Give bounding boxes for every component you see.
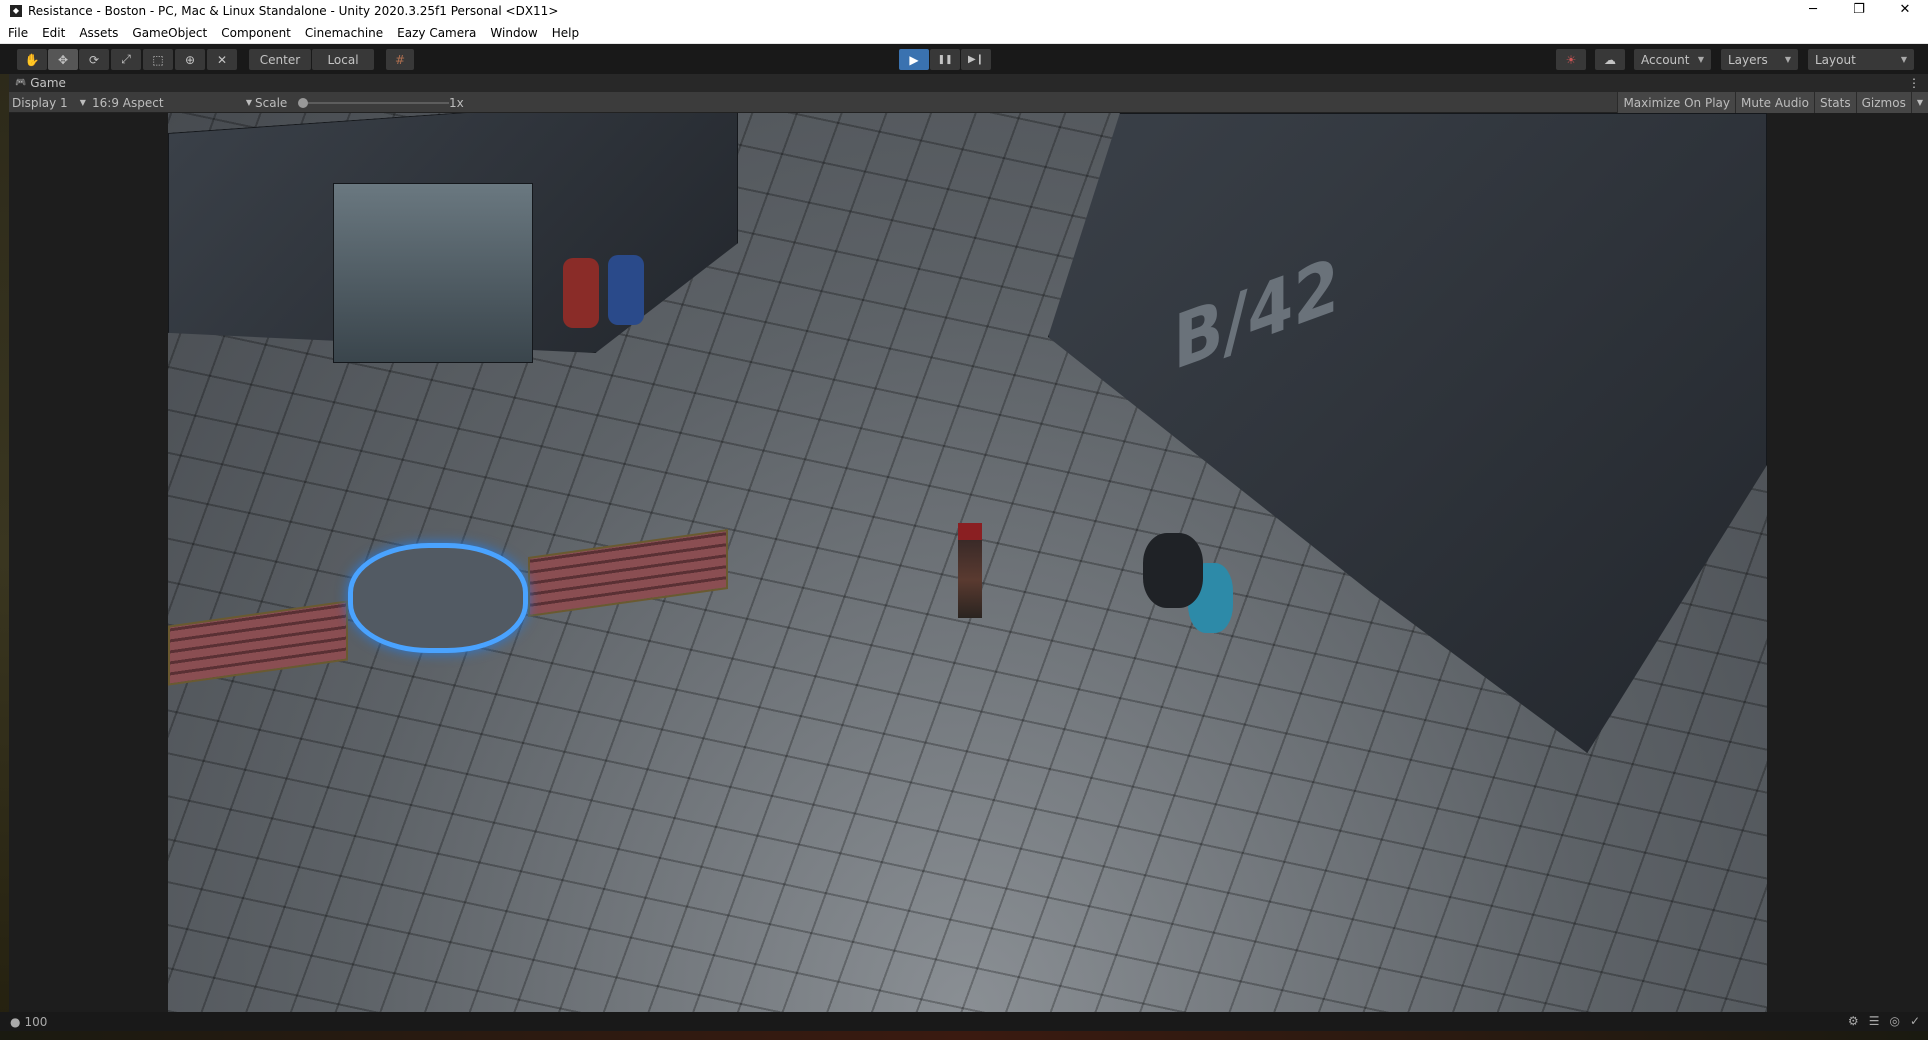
- pause-icon: ❚❚: [937, 54, 953, 65]
- scale-slider-handle[interactable]: [298, 98, 308, 108]
- gamepad-icon: 🎮: [15, 78, 27, 88]
- transform-tool-button[interactable]: ⊕: [175, 49, 205, 70]
- bench-left: [168, 600, 348, 686]
- move-icon: ✥: [57, 52, 69, 67]
- blue-barrel: [608, 255, 644, 325]
- step-button[interactable]: ▶❙: [961, 49, 991, 70]
- menu-file[interactable]: File: [8, 26, 28, 40]
- main-toolbar: ✋ ✥ ⟳ ⤢ ⬚ ⊕ ✕ Center Local # ▶ ❚❚ ▶❙ ☀ ☁…: [0, 43, 1928, 74]
- fountain: [348, 543, 528, 653]
- account-dropdown[interactable]: Account ▼: [1634, 49, 1711, 70]
- menu-bar: File Edit Assets GameObject Component Ci…: [0, 22, 1928, 43]
- taskbar-strip: [0, 1031, 1928, 1040]
- space-local-button[interactable]: Local: [312, 49, 374, 70]
- player-character: [958, 523, 982, 618]
- more-options-icon[interactable]: ⋮: [1908, 76, 1920, 90]
- transform-icon: ⊕: [184, 52, 196, 67]
- status-bar: ● 100 ⚙ ☰ ◎ ✓: [0, 1012, 1928, 1031]
- mute-audio-toggle[interactable]: Mute Audio: [1735, 92, 1814, 113]
- move-tool-button[interactable]: ✥: [48, 49, 78, 70]
- play-icon: ▶: [909, 52, 919, 67]
- scale-value: 1x: [449, 95, 464, 110]
- unity-logo-icon: ◆: [10, 5, 22, 17]
- collab-button[interactable]: ☀: [1556, 49, 1586, 70]
- display-label: Display 1: [12, 95, 68, 110]
- game-view-toolbar: Display 1 ▼ 16:9 Aspect ▼ Scale 1x Maximiz…: [9, 92, 1928, 113]
- display-dropdown[interactable]: Display 1 ▼: [12, 92, 90, 113]
- maximize-on-play-toggle[interactable]: Maximize On Play: [1617, 92, 1736, 113]
- custom-tool-button[interactable]: ✕: [207, 49, 237, 70]
- tab-game[interactable]: Game: [30, 76, 66, 90]
- cloud-button[interactable]: ☁: [1595, 49, 1625, 70]
- menu-window[interactable]: Window: [490, 26, 537, 40]
- hand-tool-button[interactable]: ✋: [17, 49, 47, 70]
- game-tab-bar: 🎮 Game ⋮: [9, 74, 1928, 92]
- rect-icon: ⬚: [152, 52, 164, 67]
- chevron-down-icon: ▼: [245, 98, 252, 107]
- menu-component[interactable]: Component: [221, 26, 291, 40]
- title-bar: ◆ Resistance - Boston - PC, Mac & Linux …: [0, 0, 1928, 22]
- space-label: Local: [327, 52, 359, 67]
- grid-snap-button[interactable]: #: [386, 49, 414, 70]
- restore-button[interactable]: ❐: [1836, 0, 1882, 22]
- play-button[interactable]: ▶: [899, 49, 929, 70]
- settings-icon[interactable]: ⚙: [1848, 1014, 1859, 1028]
- scale-slider[interactable]: [298, 98, 449, 108]
- chevron-down-icon: ▼: [1900, 55, 1907, 64]
- pivot-center-button[interactable]: Center: [249, 49, 311, 70]
- gizmos-toggle[interactable]: Gizmos: [1855, 92, 1911, 113]
- window-title: Resistance - Boston - PC, Mac & Linux St…: [28, 4, 559, 18]
- rotate-tool-button[interactable]: ⟳: [79, 49, 109, 70]
- scale-icon: ⤢: [121, 52, 131, 66]
- rect-tool-button[interactable]: ⬚: [143, 49, 173, 70]
- close-button[interactable]: ✕: [1882, 0, 1928, 22]
- layout-dropdown[interactable]: Layout ▼: [1808, 49, 1914, 70]
- building-right: [1048, 113, 1767, 753]
- scale-label: Scale: [255, 95, 288, 110]
- game-view[interactable]: B/42: [168, 113, 1767, 1012]
- menu-help[interactable]: Help: [552, 26, 579, 40]
- lighting-icon[interactable]: ◎: [1889, 1014, 1899, 1028]
- pause-button[interactable]: ❚❚: [930, 49, 960, 70]
- collab-icon: ☀: [1565, 52, 1577, 67]
- chevron-down-icon: ▼: [1784, 55, 1791, 64]
- account-label: Account: [1641, 52, 1690, 67]
- chevron-down-icon: ▼: [79, 98, 86, 107]
- grid-snap-icon: #: [394, 52, 406, 67]
- menu-assets[interactable]: Assets: [79, 26, 118, 40]
- kiosk: [333, 183, 533, 363]
- aspect-label: 16:9 Aspect: [92, 95, 164, 110]
- cache-icon[interactable]: ☰: [1869, 1014, 1880, 1028]
- menu-cinemachine[interactable]: Cinemachine: [305, 26, 383, 40]
- rotate-icon: ⟳: [88, 52, 100, 67]
- minimize-button[interactable]: ─: [1790, 0, 1836, 22]
- black-trash-bag: [1143, 533, 1203, 608]
- gizmos-dropdown[interactable]: ▼: [1910, 92, 1928, 113]
- aspect-dropdown[interactable]: 16:9 Aspect ▼: [92, 92, 252, 113]
- layers-dropdown[interactable]: Layers ▼: [1721, 49, 1798, 70]
- check-icon[interactable]: ✓: [1910, 1014, 1920, 1028]
- menu-edit[interactable]: Edit: [42, 26, 65, 40]
- menu-eazy-camera[interactable]: Eazy Camera: [397, 26, 476, 40]
- cloud-icon: ☁: [1604, 52, 1616, 67]
- console-count: 100: [24, 1014, 48, 1029]
- chevron-down-icon: ▼: [1697, 55, 1704, 64]
- layout-label: Layout: [1815, 52, 1856, 67]
- step-icon: ▶❙: [967, 54, 985, 65]
- console-icon: ●: [10, 1014, 21, 1029]
- scale-tool-button[interactable]: ⤢: [111, 49, 141, 70]
- menu-gameobject[interactable]: GameObject: [132, 26, 207, 40]
- bench-right: [528, 528, 728, 618]
- tools-icon: ✕: [216, 52, 228, 67]
- hand-icon: ✋: [24, 52, 40, 67]
- pivot-label: Center: [259, 52, 301, 67]
- stats-toggle[interactable]: Stats: [1813, 92, 1856, 113]
- red-barrel: [563, 258, 599, 328]
- background-edge: [0, 74, 9, 1040]
- layers-label: Layers: [1728, 52, 1768, 67]
